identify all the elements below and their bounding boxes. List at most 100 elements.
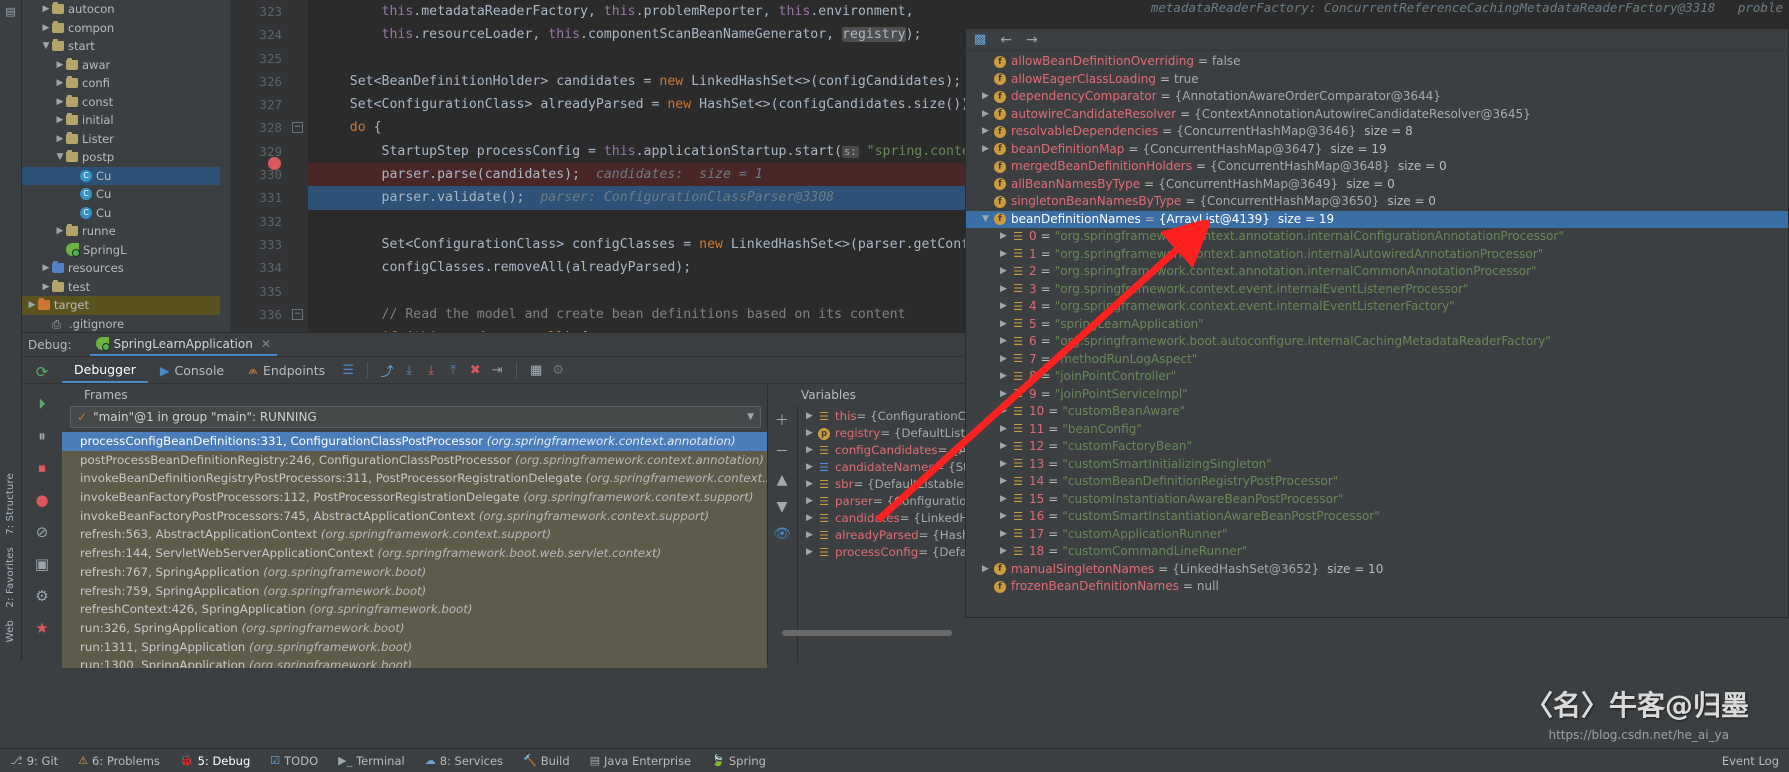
tree-expand-icon[interactable]: ▶ — [1000, 403, 1012, 421]
inspect-variable-row[interactable]: f singletonBeanNamesByType = {ConcurrentHas… — [966, 193, 1788, 211]
frame-row[interactable]: invokeBeanFactoryPostProcessors:745, Abs… — [62, 507, 767, 526]
inspect-variable-row[interactable]: ▶ ☰ 5 = "springLearnApplication" — [966, 316, 1788, 334]
tree-item-lister[interactable]: ▶ Lister — [22, 130, 220, 149]
thread-selector[interactable]: ✓ "main"@1 in group "main": RUNNING ▼ — [70, 406, 761, 428]
pause-program-icon[interactable]: ⏸ — [38, 427, 46, 445]
inspect-variable-row[interactable]: ▶ ☰ 16 = "customSmartInstantiationAwareBeanP… — [966, 508, 1788, 526]
inspect-variable-row[interactable]: ▶ ☰ 0 = "org.springframework.context.annotat… — [966, 228, 1788, 246]
step-into-icon[interactable]: ⤓ — [398, 360, 420, 380]
tree-expand-icon[interactable]: ▶ — [54, 134, 66, 144]
tab-endpoints[interactable]: ⩕ Endpoints — [236, 358, 337, 382]
tree-expand-icon[interactable]: ▶ — [54, 97, 66, 107]
tree-expand-icon[interactable]: ▶ — [54, 78, 66, 88]
screenshot-icon[interactable]: ▣ — [35, 555, 49, 573]
tree-expand-icon[interactable]: ▶ — [806, 493, 818, 510]
frame-row[interactable]: run:1300, SpringApplication (org.springf… — [62, 656, 767, 668]
status-bar-item-todo[interactable]: ☑ TODO — [260, 754, 328, 768]
tree-expand-icon[interactable]: ▶ — [26, 300, 38, 310]
tree-expand-icon[interactable]: ▶ — [806, 408, 818, 425]
add-watch-icon[interactable]: ＋ — [775, 410, 789, 430]
inspect-variable-row[interactable]: ▶ ☰ 2 = "org.springframework.context.annotat… — [966, 263, 1788, 281]
tree-expand-icon[interactable]: ▶ — [806, 459, 818, 476]
inspect-variable-row[interactable]: ▶ ☰ 11 = "beanConfig" — [966, 421, 1788, 439]
tree-item-awar[interactable]: ▶ awar — [22, 56, 220, 75]
tree-item-postp[interactable]: ▼ postp — [22, 148, 220, 167]
layout-settings-icon[interactable]: ☰ — [337, 360, 359, 380]
inspect-variable-row[interactable]: ▶ ☰ 7 = "methodRunLogAspect" — [966, 351, 1788, 369]
inspect-variable-row[interactable]: ▶ f manualSingletonNames = {LinkedHashSet@36… — [966, 561, 1788, 579]
inspect-variable-row[interactable]: f allowBeanDefinitionOverriding = false — [966, 53, 1788, 71]
tree-item-cu[interactable]: C Cu — [22, 185, 220, 204]
rail-item-favorites[interactable]: 2: Favorites — [5, 541, 16, 613]
tree-expand-icon[interactable]: ▶ — [40, 263, 52, 273]
tree-item-autocon[interactable]: ▶ autocon — [22, 0, 220, 19]
frame-row[interactable]: refresh:563, AbstractApplicationContext … — [62, 525, 767, 544]
project-tree[interactable]: ▶ autocon ▶ compon ▼ start ▶ awar ▶ confi ▶ const ▶ i… — [22, 0, 220, 332]
tree-expand-icon[interactable]: ▶ — [54, 115, 66, 125]
frame-row[interactable]: processConfigBeanDefinitions:331, Config… — [62, 432, 767, 451]
tree-expand-icon[interactable]: ▶ — [1000, 543, 1012, 561]
tree-expand-icon[interactable]: ▶ — [982, 123, 994, 141]
inspect-variable-row[interactable]: ▶ ☰ 1 = "org.springframework.context.annotat… — [966, 246, 1788, 264]
rail-item-web[interactable]: Web — [5, 614, 16, 648]
tree-item--gitignore[interactable]: ⎙ .gitignore — [22, 315, 220, 333]
editor-fold-column[interactable]: − − — [288, 0, 308, 332]
tree-collapse-icon[interactable]: ▼ — [54, 152, 66, 162]
pane-divider[interactable] — [767, 384, 768, 663]
inspect-variable-row[interactable]: ▶ ☰ 15 = "customInstantiationAwareBeanPostPr… — [966, 491, 1788, 509]
tree-item-springl[interactable]: SpringL — [22, 241, 220, 260]
tree-expand-icon[interactable]: ▶ — [1000, 508, 1012, 526]
inspect-variable-row[interactable]: f frozenBeanDefinitionNames = null — [966, 578, 1788, 596]
tree-expand-icon[interactable]: ▶ — [1000, 228, 1012, 246]
breakpoint-line-330-icon[interactable] — [268, 157, 281, 170]
tree-expand-icon[interactable]: ▶ — [806, 527, 818, 544]
remove-watch-icon[interactable]: － — [775, 441, 789, 461]
tab-debugger[interactable]: Debugger — [62, 358, 148, 383]
tree-expand-icon[interactable]: ▶ — [40, 4, 52, 14]
run-to-cursor-icon[interactable]: ⇥ — [486, 360, 508, 380]
tree-item-resources[interactable]: ▶ resources — [22, 259, 220, 278]
event-log-button[interactable]: Event Log — [1712, 754, 1789, 768]
close-icon[interactable]: ✕ — [261, 337, 271, 351]
tree-expand-icon[interactable]: ▶ — [1000, 351, 1012, 369]
tree-collapse-icon[interactable]: ▼ — [982, 211, 994, 229]
fold-marker-328-icon[interactable]: − — [292, 122, 303, 133]
inspect-variable-row[interactable]: ▶ ☰ 17 = "customApplicationRunner" — [966, 526, 1788, 544]
chevron-down-icon[interactable]: ▼ — [747, 412, 754, 422]
tree-expand-icon[interactable]: ▶ — [1000, 526, 1012, 544]
tree-item-const[interactable]: ▶ const — [22, 93, 220, 112]
forward-arrow-icon[interactable]: → — [1026, 32, 1038, 48]
tree-expand-icon[interactable]: ▶ — [1000, 421, 1012, 439]
tree-expand-icon[interactable]: ▶ — [806, 510, 818, 527]
move-up-icon[interactable]: ▲ — [777, 472, 788, 488]
back-arrow-icon[interactable]: ← — [1000, 32, 1012, 48]
status-bar-item-java-enterprise[interactable]: ▤ Java Enterprise — [580, 754, 702, 768]
variables-inspect-popup[interactable]: ▩ ← → f allowBeanDefinitionOverriding = fal… — [965, 28, 1789, 618]
status-bar-item-spring[interactable]: 🍃 Spring — [701, 754, 776, 768]
inspect-variable-row[interactable]: ▶ ☰ 13 = "customSmartInitializingSingleton" — [966, 456, 1788, 474]
tree-item-test[interactable]: ▶ test — [22, 278, 220, 297]
tree-expand-icon[interactable]: ▶ — [1000, 281, 1012, 299]
tree-item-confi[interactable]: ▶ confi — [22, 74, 220, 93]
inspect-variable-row[interactable]: ▶ ☰ 10 = "customBeanAware" — [966, 403, 1788, 421]
inspect-variable-row[interactable]: f allBeanNamesByType = {ConcurrentHashMap@3… — [966, 176, 1788, 194]
inspect-variable-row[interactable]: ▶ ☰ 9 = "joinPointServiceImpl" — [966, 386, 1788, 404]
tree-expand-icon[interactable]: ▶ — [1000, 456, 1012, 474]
frame-row[interactable]: refresh:767, SpringApplication (org.spri… — [62, 563, 767, 582]
frame-row[interactable]: run:326, SpringApplication (org.springfr… — [62, 619, 767, 638]
tree-expand-icon[interactable]: ▶ — [982, 561, 994, 579]
tree-expand-icon[interactable]: ▶ — [54, 226, 66, 236]
drop-frame-icon[interactable]: ✖ — [464, 360, 486, 380]
tree-expand-icon[interactable]: ▶ — [1000, 491, 1012, 509]
project-rail-icon[interactable]: ▤ — [5, 0, 15, 23]
inspect-variable-row[interactable]: ▶ ☰ 6 = "org.springframework.boot.autoconfig… — [966, 333, 1788, 351]
frame-row[interactable]: run:1311, SpringApplication (org.springf… — [62, 638, 767, 657]
status-bar-item-5-debug[interactable]: 🐞 5: Debug — [170, 754, 260, 768]
tree-collapse-icon[interactable]: ▼ — [40, 41, 52, 51]
frame-row[interactable]: refresh:759, SpringApplication (org.spri… — [62, 582, 767, 601]
status-bar-item-6-problems[interactable]: ⚠ 6: Problems — [68, 754, 170, 768]
resume-program-icon[interactable]: ⏵ — [38, 395, 46, 413]
inspect-variable-row[interactable]: ▶ ☰ 3 = "org.springframework.context.event.i… — [966, 281, 1788, 299]
tree-item-cu[interactable]: C Cu — [22, 204, 220, 223]
rerun-icon[interactable]: ⟳ — [36, 363, 49, 381]
